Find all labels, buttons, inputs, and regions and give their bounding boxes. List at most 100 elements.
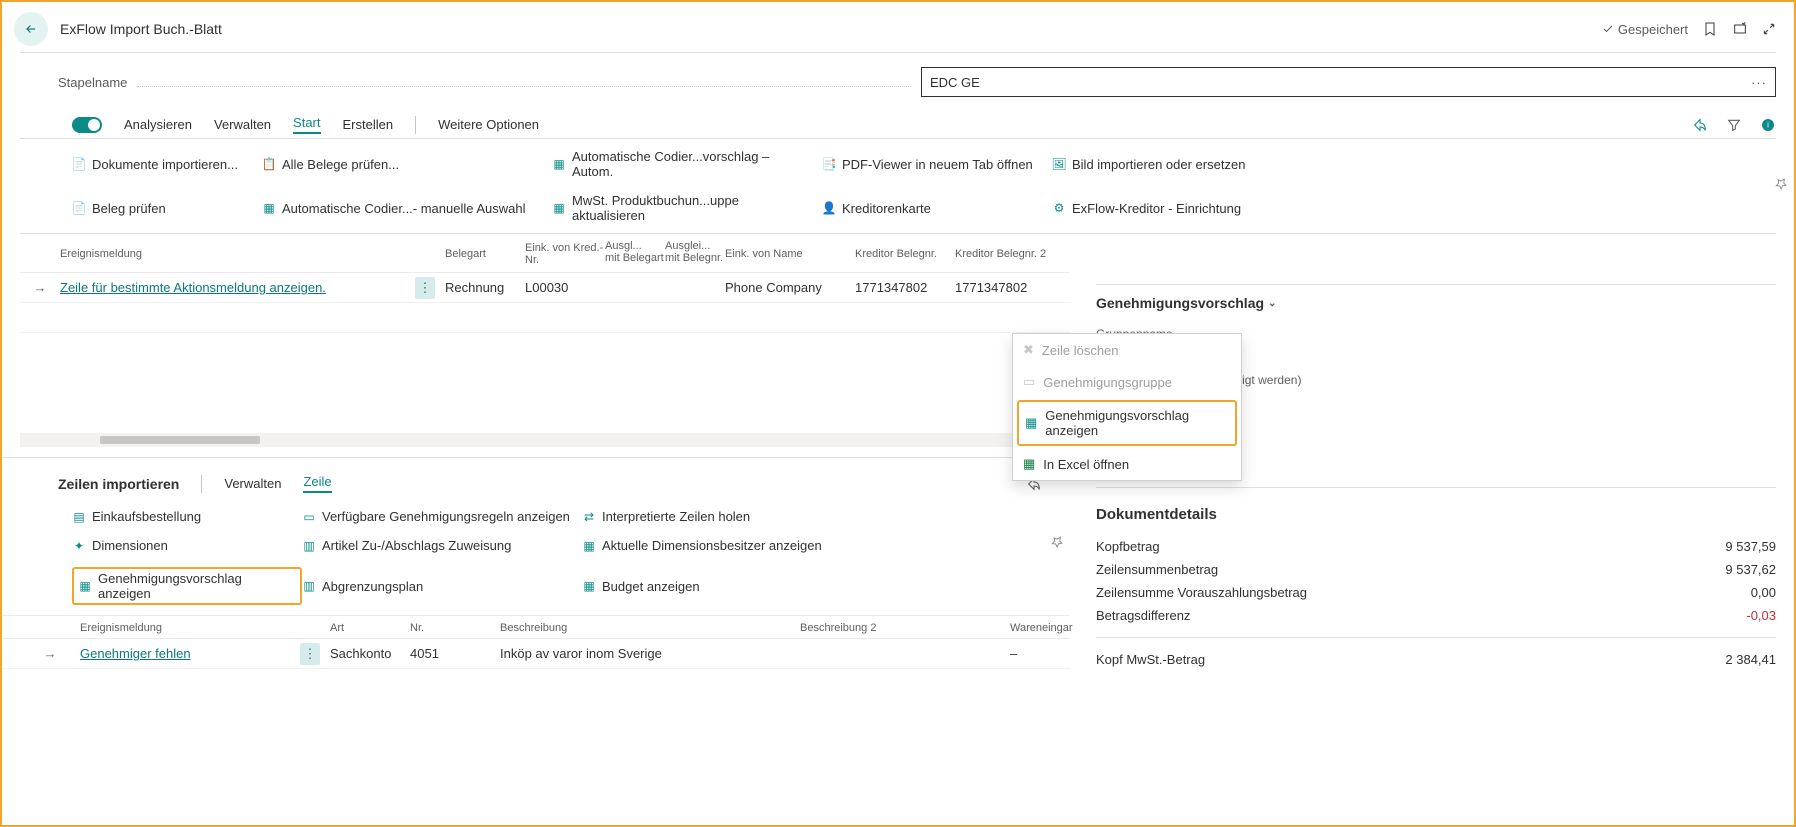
lines-action-dim-owners[interactable]: ▦Aktuelle Dimensionsbesitzer anzeigen [582,538,832,553]
menu-more-options[interactable]: Weitere Optionen [438,117,539,132]
back-button[interactable] [14,12,48,46]
diff-value: -0,03 [1746,608,1776,623]
event-message-link[interactable]: Zeile für bestimmte Aktionsmeldung anzei… [60,280,326,295]
pin-icon[interactable] [1774,177,1788,191]
cell-vendor-name: Phone Company [725,280,855,295]
horizontal-scrollbar[interactable] [20,433,1070,447]
analyse-toggle[interactable] [72,117,102,133]
settings-icon: ⚙ [1052,201,1066,215]
lines-action-available-rules[interactable]: ▭Verfügbare Genehmigungsregeln anzeigen [302,509,582,524]
menu-start[interactable]: Start [293,115,320,134]
action-auto-coding-manual[interactable]: ▦Automatische Codier...- manuelle Auswah… [262,193,542,223]
lines-action-show-budget[interactable]: ▦Budget anzeigen [582,567,832,605]
excel-icon: ▦ [1023,456,1035,472]
table-row[interactable]: → Zeile für bestimmte Aktionsmeldung anz… [20,273,1070,303]
lines-table-row[interactable]: → Genehmiger fehlen ⋮ Sachkonto 4051 Ink… [2,639,1070,669]
lines-col-desc2: Beschreibung 2 [800,622,1010,634]
action-check-doc[interactable]: 📄Beleg prüfen [72,193,252,223]
document-details-title: Dokumentdetails [1096,506,1776,523]
action-check-all-docs[interactable]: 📋Alle Belege prüfen... [262,149,542,179]
lines-cell-no: 4051 [410,646,500,661]
row-actions-button[interactable]: ⋮ [415,277,435,299]
lines-action-dimensions[interactable]: ✦Dimensionen [72,538,302,553]
vat-head-label: Kopf MwSt.-Betrag [1096,652,1205,667]
document-check-icon: 📋 [262,157,276,171]
action-auto-coding[interactable]: ▦Automatische Codier...vorschlag – Autom… [552,149,812,179]
share-icon[interactable] [1692,117,1708,133]
filter-icon[interactable] [1726,117,1742,133]
col-event: Ereignismeldung [60,248,415,260]
lines-action-deferral[interactable]: ▥Abgrenzungsplan [302,567,582,605]
lookup-icon[interactable]: ··· [1751,75,1767,90]
lines-row-caret-icon[interactable]: → [20,646,80,661]
col-vendor-no: Eink. von Kred.-Nr. [525,242,605,266]
lines-menu-line[interactable]: Zeile [303,474,331,493]
lines-action-purchase-order[interactable]: ▤Einkaufsbestellung [72,509,302,524]
prepay-amount-label: Zeilensumme Vorauszahlungsbetrag [1096,585,1307,600]
action-import-image[interactable]: 🖼Bild importieren oder ersetzen [1052,149,1332,179]
action-import-documents[interactable]: 📄Dokumente importieren... [72,149,252,179]
svg-text:i: i [1767,120,1769,129]
context-menu: ✖ Zeile löschen ▭ Genehmigungsgruppe ▦ G… [1012,333,1242,481]
document-import-icon: 📄 [72,157,86,171]
info-icon[interactable]: i [1760,117,1776,133]
head-amount-label: Kopfbetrag [1096,539,1160,554]
owners-icon: ▦ [582,539,596,553]
lines-col-no: Nr. [410,622,500,634]
col-doc-type: Belegart [445,248,525,260]
batch-name-input[interactable]: EDC GE ··· [921,67,1776,97]
lines-section-title: Zeilen importieren [58,476,179,492]
magic-manual-icon: ▦ [262,201,276,215]
col-vendor-name: Eink. von Name [725,248,855,260]
lines-cell-type: Sachkonto [330,646,410,661]
lines-col-type: Art [330,622,410,634]
col-applies-type: Ausgl... [605,240,665,252]
lines-menu-manage[interactable]: Verwalten [224,476,281,491]
dimensions-icon: ✦ [72,539,86,553]
popout-icon[interactable] [1732,21,1748,37]
lines-action-interpreted-lines[interactable]: ⇄Interpretierte Zeilen holen [582,509,832,524]
approval-panel-title[interactable]: Genehmigungsvorschlag ⌄ [1096,284,1776,311]
diff-label: Betragsdifferenz [1096,608,1190,623]
delete-icon: ✖ [1023,342,1034,358]
budget-icon: ▦ [582,579,596,593]
menu-manage[interactable]: Verwalten [214,117,271,132]
row-caret-icon[interactable]: → [20,280,60,295]
lines-col-event: Ereignismeldung [80,622,300,634]
bookmark-icon[interactable] [1702,21,1718,37]
group-icon: ▭ [1023,374,1035,390]
action-exflow-vendor-setup[interactable]: ⚙ExFlow-Kreditor - Einrichtung [1052,193,1332,223]
cell-vendor-doc-no: 1771347802 [855,280,955,295]
popup-show-approval[interactable]: ▦ Genehmigungsvorschlag anzeigen [1017,400,1237,446]
menu-create[interactable]: Erstellen [343,117,394,132]
popup-delete-line: ✖ Zeile löschen [1013,334,1241,366]
order-icon: ▤ [72,510,86,524]
document-verify-icon: 📄 [72,201,86,215]
vat-head-value: 2 384,41 [1725,652,1776,667]
head-amount-value: 9 537,59 [1725,539,1776,554]
lines-cell-receipt: – [1010,646,1070,661]
approval-show-icon: ▦ [1025,415,1037,431]
lines-row-actions-button[interactable]: ⋮ [300,643,320,665]
popup-open-excel[interactable]: ▦ In Excel öffnen [1013,448,1241,480]
action-pdf-viewer[interactable]: 📑PDF-Viewer in neuem Tab öffnen [822,149,1042,179]
lines-event-link[interactable]: Genehmiger fehlen [80,646,191,661]
vat-icon: ▦ [552,201,566,215]
rules-icon: ▭ [302,510,316,524]
page-title: ExFlow Import Buch.-Blatt [60,21,222,37]
image-icon: 🖼 [1052,157,1066,171]
lines-pin-icon[interactable] [1050,535,1064,549]
chevron-down-icon: ⌄ [1268,298,1276,309]
popup-approval-group: ▭ Genehmigungsgruppe [1013,366,1241,398]
action-vat-update[interactable]: ▦MwSt. Produktbuchun...uppe aktualisiere… [552,193,812,223]
cell-doc-type: Rechnung [445,280,525,295]
lines-action-show-approval[interactable]: ▦Genehmigungsvorschlag anzeigen [72,567,302,605]
lines-action-item-charge[interactable]: ▥Artikel Zu-/Abschlags Zuweisung [302,538,582,553]
item-charge-icon: ▥ [302,539,316,553]
collapse-icon[interactable] [1762,22,1776,36]
menu-analyse[interactable]: Analysieren [124,117,192,132]
action-vendor-card[interactable]: 👤Kreditorenkarte [822,193,1042,223]
approval-icon: ▦ [78,579,92,593]
batch-name-label: Stapelname [58,75,127,90]
magic-icon: ▦ [552,157,566,171]
